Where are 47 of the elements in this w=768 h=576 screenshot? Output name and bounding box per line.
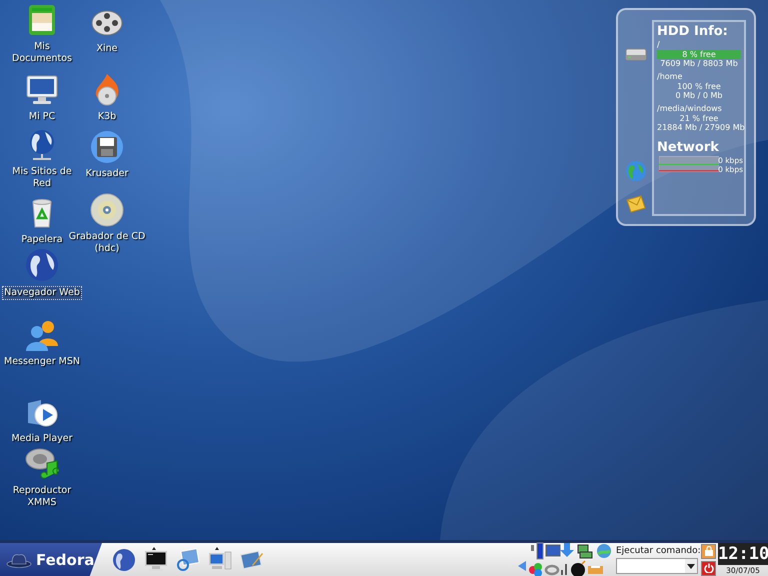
mount-path: / bbox=[657, 40, 661, 50]
free-percent: 8 % free bbox=[657, 50, 741, 59]
speaker-note-icon[interactable] bbox=[25, 447, 59, 481]
icon-label[interactable]: Grabador de CD (hdc) bbox=[67, 231, 147, 255]
disk-usage: 0 Mb / 0 Mb bbox=[674, 91, 724, 101]
icon-label[interactable]: Mis Documentos bbox=[2, 41, 82, 65]
browser-icon[interactable] bbox=[176, 546, 200, 572]
globe-icon[interactable] bbox=[112, 546, 136, 572]
icon-label[interactable]: Messenger MSN bbox=[3, 356, 81, 368]
icon-label[interactable]: Xine bbox=[95, 43, 118, 55]
floppy-disk-icon[interactable] bbox=[90, 130, 124, 164]
power-button[interactable] bbox=[701, 560, 716, 576]
icon-label[interactable]: Media Player bbox=[10, 433, 74, 445]
command-combo-box[interactable] bbox=[616, 558, 698, 574]
lock-button[interactable] bbox=[701, 544, 716, 558]
cd-icon[interactable] bbox=[90, 193, 124, 227]
globe-icon bbox=[625, 160, 647, 182]
power-icon bbox=[704, 563, 714, 573]
icon-label[interactable]: Mis Sitios de Red bbox=[2, 166, 82, 190]
icon-label[interactable]: K3b bbox=[96, 111, 118, 123]
monitor-icon[interactable] bbox=[25, 73, 59, 107]
hat-icon bbox=[6, 552, 32, 568]
icon-label[interactable]: Papelera bbox=[20, 234, 64, 246]
disk-usage: 7609 Mb / 8803 Mb bbox=[659, 59, 739, 69]
widget-title: HDD Info: bbox=[657, 24, 729, 40]
hard-drive-icon bbox=[625, 46, 647, 62]
icon-label[interactable]: Krusader bbox=[84, 168, 130, 180]
free-percent: 100 % free bbox=[676, 82, 722, 91]
icon-label[interactable]: Mi PC bbox=[28, 111, 56, 123]
clock-time: 12:10 bbox=[718, 543, 768, 565]
widget-title: Network bbox=[657, 140, 720, 156]
people-icon[interactable] bbox=[25, 318, 59, 352]
padlock-icon bbox=[704, 546, 714, 556]
dropdown-caret-icon bbox=[687, 564, 695, 568]
command-label: Ejecutar comando: bbox=[616, 545, 700, 558]
envelope-icon bbox=[625, 194, 647, 214]
mount-path: /media/windows bbox=[657, 104, 723, 114]
icon-label[interactable]: Navegador Web bbox=[2, 286, 82, 300]
icon-label[interactable]: Reproductor XMMS bbox=[2, 485, 82, 509]
computer-icon[interactable] bbox=[208, 546, 232, 572]
left-arrow-icon[interactable] bbox=[518, 560, 526, 570]
mount-path: /home bbox=[657, 72, 684, 82]
network-graph bbox=[659, 156, 719, 172]
globe-icon[interactable] bbox=[25, 248, 59, 282]
terminal-icon[interactable] bbox=[144, 546, 168, 572]
start-button[interactable]: Fedora bbox=[0, 543, 102, 576]
free-percent: 21 % free bbox=[678, 114, 720, 123]
